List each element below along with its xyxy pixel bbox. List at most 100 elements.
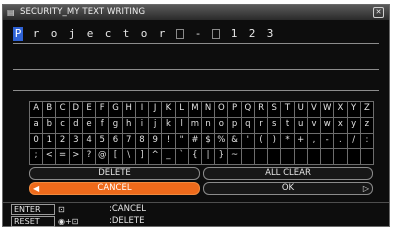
keyboard-key[interactable]: @ <box>95 148 110 165</box>
keyboard-key[interactable]: P <box>227 101 242 118</box>
keyboard-key[interactable]: x <box>333 116 348 134</box>
keyboard-key[interactable]: } <box>214 148 229 165</box>
keyboard-key[interactable]: E <box>81 101 97 118</box>
keyboard-key[interactable]: 3 <box>68 132 83 150</box>
keyboard-key[interactable] <box>293 148 308 165</box>
keyboard-key[interactable]: k <box>161 116 176 134</box>
keyboard-key[interactable]: ( <box>253 132 269 150</box>
keyboard-key[interactable] <box>359 148 374 165</box>
keyboard-key[interactable]: 1 <box>42 132 57 150</box>
keyboard-key[interactable]: \ <box>121 148 136 165</box>
keyboard-key[interactable]: ; <box>29 148 44 165</box>
keyboard-key[interactable]: L <box>174 101 189 118</box>
keyboard-key[interactable]: X <box>333 101 348 118</box>
keyboard-key[interactable]: 8 <box>134 132 150 150</box>
keyboard-key[interactable]: ] <box>134 148 150 165</box>
keyboard-key[interactable]: f <box>95 116 110 134</box>
keyboard-key[interactable]: 5 <box>95 132 110 150</box>
keyboard-key[interactable]: % <box>214 132 229 150</box>
keyboard-key[interactable]: ~ <box>227 148 242 165</box>
keyboard-key[interactable]: ) <box>267 132 282 150</box>
keyboard-key[interactable]: m <box>187 116 202 134</box>
keyboard-key[interactable]: Z <box>359 101 374 118</box>
keyboard-key[interactable]: z <box>359 116 374 134</box>
keyboard-key[interactable]: > <box>68 148 83 165</box>
keyboard-key[interactable]: ' <box>240 132 255 150</box>
keyboard-key[interactable]: R <box>253 101 269 118</box>
keyboard-key[interactable] <box>333 148 348 165</box>
keyboard-key[interactable]: t <box>280 116 295 134</box>
keyboard-key[interactable]: 6 <box>108 132 123 150</box>
keyboard-key[interactable]: i <box>134 116 150 134</box>
keyboard-key[interactable]: $ <box>201 132 216 150</box>
keyboard-key[interactable]: I <box>134 101 150 118</box>
keyboard-key[interactable]: M <box>187 101 202 118</box>
keyboard-key[interactable]: o <box>214 116 229 134</box>
keyboard-key[interactable]: ` <box>174 148 189 165</box>
text-input-display[interactable]: Projector-123 <box>13 27 313 42</box>
keyboard-key[interactable]: D <box>68 101 83 118</box>
keyboard-key[interactable] <box>240 148 255 165</box>
keyboard-key[interactable]: v <box>306 116 322 134</box>
keyboard-key[interactable]: g <box>108 116 123 134</box>
keyboard-key[interactable]: H <box>121 101 136 118</box>
keyboard-key[interactable] <box>306 148 322 165</box>
keyboard-key[interactable]: O <box>214 101 229 118</box>
keyboard-key[interactable]: a <box>29 116 44 134</box>
keyboard-key[interactable]: p <box>227 116 242 134</box>
keyboard-key[interactable]: _ <box>161 148 176 165</box>
keyboard-key[interactable]: ? <box>81 148 97 165</box>
keyboard-key[interactable]: c <box>55 116 70 134</box>
keyboard-key[interactable]: U <box>293 101 308 118</box>
keyboard-key[interactable]: T <box>280 101 295 118</box>
keyboard-key[interactable]: n <box>201 116 216 134</box>
keyboard-key[interactable]: ! <box>161 132 176 150</box>
keyboard-key[interactable]: b <box>42 116 57 134</box>
keyboard-key[interactable]: . <box>333 132 348 150</box>
keyboard-key[interactable]: j <box>148 116 163 134</box>
keyboard-key[interactable]: " <box>174 132 189 150</box>
all-clear-button[interactable]: ALL CLEAR <box>203 167 373 180</box>
keyboard-key[interactable]: [ <box>108 148 123 165</box>
keyboard-key[interactable]: ^ <box>148 148 163 165</box>
keyboard-key[interactable]: / <box>346 132 361 150</box>
keyboard-key[interactable]: - <box>320 132 335 150</box>
keyboard-key[interactable]: = <box>55 148 70 165</box>
keyboard-key[interactable]: u <box>293 116 308 134</box>
keyboard-key[interactable]: # <box>187 132 202 150</box>
keyboard-key[interactable]: 9 <box>148 132 163 150</box>
keyboard-key[interactable]: B <box>42 101 57 118</box>
keyboard-key[interactable] <box>280 148 295 165</box>
keyboard-key[interactable]: { <box>187 148 202 165</box>
keyboard-key[interactable]: & <box>227 132 242 150</box>
keyboard-key[interactable]: G <box>108 101 123 118</box>
keyboard-key[interactable] <box>253 148 269 165</box>
keyboard-key[interactable]: F <box>95 101 110 118</box>
keyboard-key[interactable]: N <box>201 101 216 118</box>
keyboard-key[interactable] <box>346 148 361 165</box>
keyboard-key[interactable]: A <box>29 101 44 118</box>
keyboard-key[interactable]: w <box>320 116 335 134</box>
keyboard-key[interactable]: , <box>306 132 322 150</box>
keyboard-key[interactable]: 4 <box>81 132 97 150</box>
close-icon[interactable]: ✕ <box>373 7 384 18</box>
keyboard-key[interactable]: r <box>253 116 269 134</box>
keyboard-key[interactable]: | <box>201 148 216 165</box>
keyboard-key[interactable]: : <box>359 132 374 150</box>
keyboard-key[interactable] <box>320 148 335 165</box>
keyboard-key[interactable]: q <box>240 116 255 134</box>
keyboard-key[interactable] <box>267 148 282 165</box>
keyboard-key[interactable]: l <box>174 116 189 134</box>
keyboard-key[interactable]: h <box>121 116 136 134</box>
ok-button[interactable]: OK ▷ <box>203 182 373 195</box>
keyboard-key[interactable]: J <box>148 101 163 118</box>
keyboard-key[interactable]: 0 <box>29 132 44 150</box>
keyboard-key[interactable]: 2 <box>55 132 70 150</box>
keyboard-key[interactable]: y <box>346 116 361 134</box>
keyboard-key[interactable]: s <box>267 116 282 134</box>
keyboard-key[interactable]: e <box>81 116 97 134</box>
keyboard-key[interactable]: d <box>68 116 83 134</box>
keyboard-key[interactable]: K <box>161 101 176 118</box>
delete-button[interactable]: DELETE <box>29 167 200 180</box>
keyboard-key[interactable]: Q <box>240 101 255 118</box>
